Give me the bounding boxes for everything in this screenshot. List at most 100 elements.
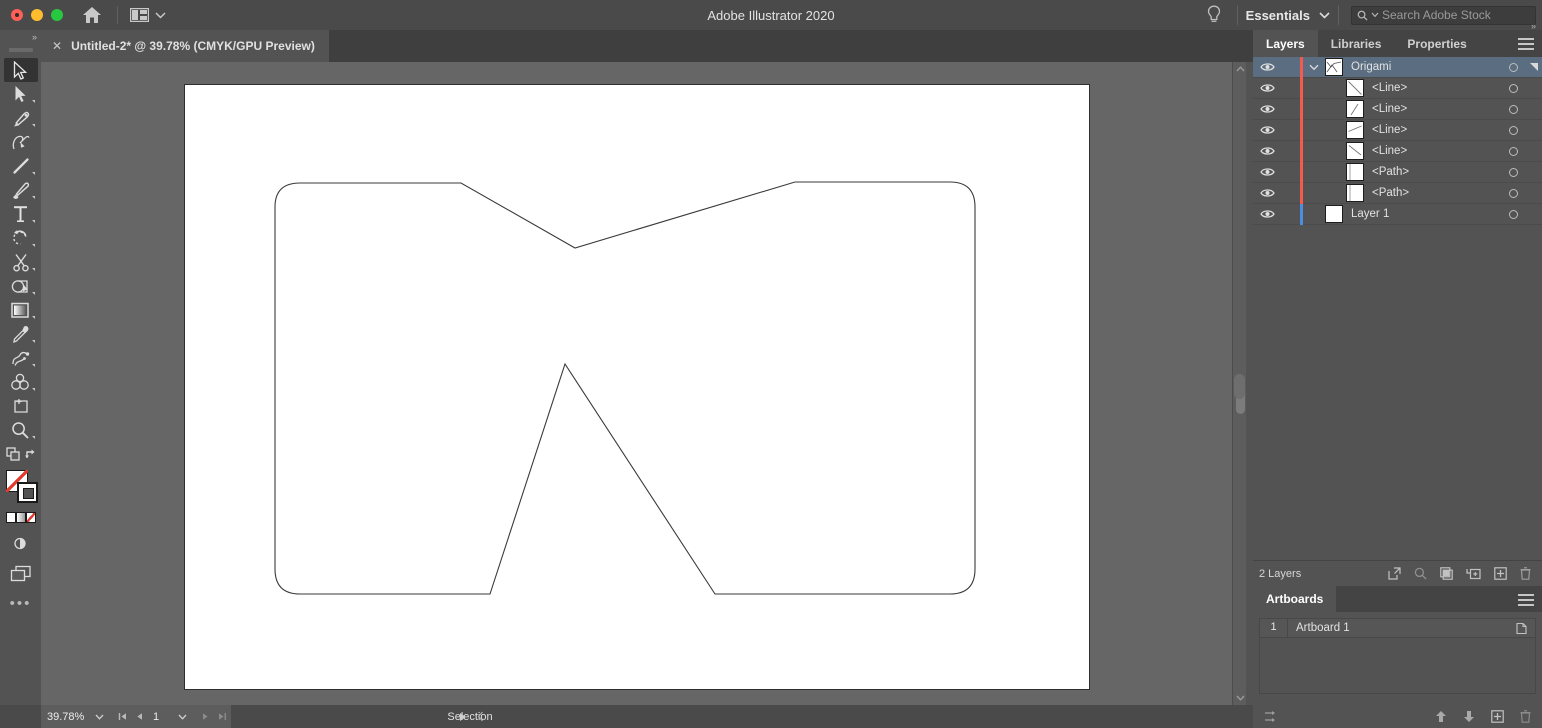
- maximize-window-button[interactable]: [51, 9, 63, 21]
- artboard-tool[interactable]: [4, 394, 38, 418]
- expand-group-chevron-down-icon[interactable]: [1303, 64, 1325, 71]
- target-indicator[interactable]: [1509, 120, 1518, 141]
- direct-selection-tool[interactable]: [4, 82, 38, 106]
- layer-row-path-2[interactable]: <Path>: [1253, 182, 1542, 204]
- layer-row-line-4[interactable]: <Line>: [1253, 140, 1542, 162]
- type-tool[interactable]: [4, 202, 38, 226]
- status-menu-play-arrow-icon[interactable]: [459, 705, 467, 728]
- layer-name[interactable]: <Path>: [1364, 166, 1409, 178]
- tab-properties[interactable]: Properties: [1394, 30, 1479, 57]
- release-to-layers-icon[interactable]: [1388, 567, 1401, 580]
- close-tab-icon[interactable]: ✕: [52, 40, 62, 52]
- canvas-area[interactable]: [41, 62, 1232, 705]
- layer-row-origami[interactable]: Origami: [1253, 56, 1542, 78]
- visibility-toggle-eye-icon[interactable]: [1253, 83, 1282, 93]
- page-dropdown-chevron-down-icon[interactable]: [176, 714, 197, 720]
- page-number-field[interactable]: 1: [148, 711, 176, 723]
- layer-name[interactable]: <Line>: [1364, 103, 1407, 115]
- workspace-switcher[interactable]: Essentials: [1246, 8, 1330, 23]
- none-swatch-icon[interactable]: [25, 512, 36, 523]
- lightbulb-icon[interactable]: [1199, 2, 1229, 28]
- prev-page-icon[interactable]: [131, 705, 148, 728]
- layer-name[interactable]: Origami: [1343, 61, 1391, 73]
- curvature-tool[interactable]: [4, 130, 38, 154]
- layer-name[interactable]: <Path>: [1364, 187, 1409, 199]
- visibility-toggle-eye-icon[interactable]: [1253, 125, 1282, 135]
- paintbrush-tool[interactable]: [4, 178, 38, 202]
- stroke-swatch[interactable]: [16, 482, 38, 503]
- tab-artboards[interactable]: Artboards: [1253, 585, 1337, 612]
- arrange-documents-icon[interactable]: [130, 8, 166, 22]
- layer-name[interactable]: <Line>: [1364, 82, 1407, 94]
- target-indicator[interactable]: [1509, 78, 1518, 99]
- layer-name[interactable]: Layer 1: [1343, 208, 1389, 220]
- scroll-up-arrow-icon[interactable]: [1233, 62, 1247, 76]
- layer-row-line-1[interactable]: <Line>: [1253, 77, 1542, 99]
- first-page-icon[interactable]: [114, 705, 131, 728]
- screen-mode-icon[interactable]: [4, 561, 38, 585]
- fill-and-stroke-swatches[interactable]: [4, 470, 38, 506]
- close-window-button[interactable]: [11, 9, 23, 21]
- rotate-tool[interactable]: [4, 226, 38, 250]
- status-collapse-icon[interactable]: [477, 705, 484, 728]
- drawing-mode-icon[interactable]: [4, 531, 38, 555]
- origami-shape-path[interactable]: [185, 85, 1089, 689]
- rearrange-artboards-icon[interactable]: [1264, 710, 1279, 723]
- target-indicator[interactable]: [1509, 204, 1518, 225]
- minimize-window-button[interactable]: [31, 9, 43, 21]
- layers-panel-menu-icon[interactable]: [1518, 38, 1534, 50]
- color-mode-swatches[interactable]: [4, 512, 38, 523]
- next-page-icon[interactable]: [197, 705, 214, 728]
- visibility-toggle-eye-icon[interactable]: [1253, 104, 1282, 114]
- artboard-name[interactable]: Artboard 1: [1288, 622, 1507, 634]
- line-segment-tool[interactable]: [4, 154, 38, 178]
- scroll-down-arrow-icon[interactable]: [1233, 691, 1247, 705]
- home-icon[interactable]: [79, 2, 105, 28]
- layer-row-line-3[interactable]: <Line>: [1253, 119, 1542, 141]
- target-indicator[interactable]: [1509, 183, 1518, 204]
- edit-toolbar-icon[interactable]: •••: [10, 595, 32, 612]
- tab-layers[interactable]: Layers: [1253, 30, 1318, 57]
- tab-libraries[interactable]: Libraries: [1318, 30, 1395, 57]
- new-artboard-icon[interactable]: [1491, 709, 1504, 723]
- visibility-toggle-eye-icon[interactable]: [1253, 62, 1282, 72]
- zoom-dropdown-chevron-down-icon[interactable]: [93, 714, 114, 720]
- locate-object-icon[interactable]: [1414, 567, 1427, 580]
- rectangle-tool[interactable]: [4, 298, 38, 322]
- panel-resize-grip[interactable]: [1234, 374, 1245, 399]
- layer-name[interactable]: <Line>: [1364, 145, 1407, 157]
- artboard-options-icon[interactable]: [1507, 622, 1535, 635]
- artboard-1[interactable]: [184, 84, 1090, 690]
- zoom-level-field[interactable]: 39.78%: [47, 711, 93, 723]
- layer-row-layer-1[interactable]: Layer 1: [1253, 203, 1542, 225]
- tools-panel-grip[interactable]: [8, 48, 33, 52]
- pen-tool[interactable]: [4, 106, 38, 130]
- visibility-toggle-eye-icon[interactable]: [1253, 188, 1282, 198]
- blend-tool[interactable]: [4, 346, 38, 370]
- make-clipping-mask-icon[interactable]: [1440, 567, 1453, 580]
- artboards-panel-menu-icon[interactable]: [1518, 594, 1534, 606]
- selection-tool[interactable]: [3, 58, 38, 82]
- visibility-toggle-eye-icon[interactable]: [1253, 209, 1282, 219]
- target-indicator[interactable]: [1509, 99, 1518, 120]
- target-indicator[interactable]: [1509, 141, 1518, 162]
- tools-panel-expander[interactable]: »: [0, 30, 41, 44]
- search-adobe-stock-input[interactable]: Search Adobe Stock: [1351, 5, 1536, 25]
- color-swatch-icon[interactable]: [5, 512, 16, 523]
- visibility-toggle-eye-icon[interactable]: [1253, 146, 1282, 156]
- create-new-layer-icon[interactable]: [1494, 567, 1507, 580]
- layer-row-line-2[interactable]: <Line>: [1253, 98, 1542, 120]
- target-indicator[interactable]: [1509, 162, 1518, 183]
- zoom-tool[interactable]: [4, 418, 38, 442]
- last-page-icon[interactable]: [214, 705, 231, 728]
- target-indicator[interactable]: [1509, 57, 1518, 78]
- layer-name[interactable]: <Line>: [1364, 124, 1407, 136]
- artboard-row[interactable]: 1 Artboard 1: [1259, 618, 1536, 638]
- layer-row-path-1[interactable]: <Path>: [1253, 161, 1542, 183]
- shape-builder-tool[interactable]: [4, 274, 38, 298]
- fill-stroke-swap-icon[interactable]: [4, 442, 38, 468]
- delete-selection-icon[interactable]: [1520, 567, 1531, 580]
- symbol-sprayer-tool[interactable]: [4, 370, 38, 394]
- create-new-sublayer-icon[interactable]: [1466, 567, 1481, 580]
- gradient-swatch-icon[interactable]: [15, 512, 26, 523]
